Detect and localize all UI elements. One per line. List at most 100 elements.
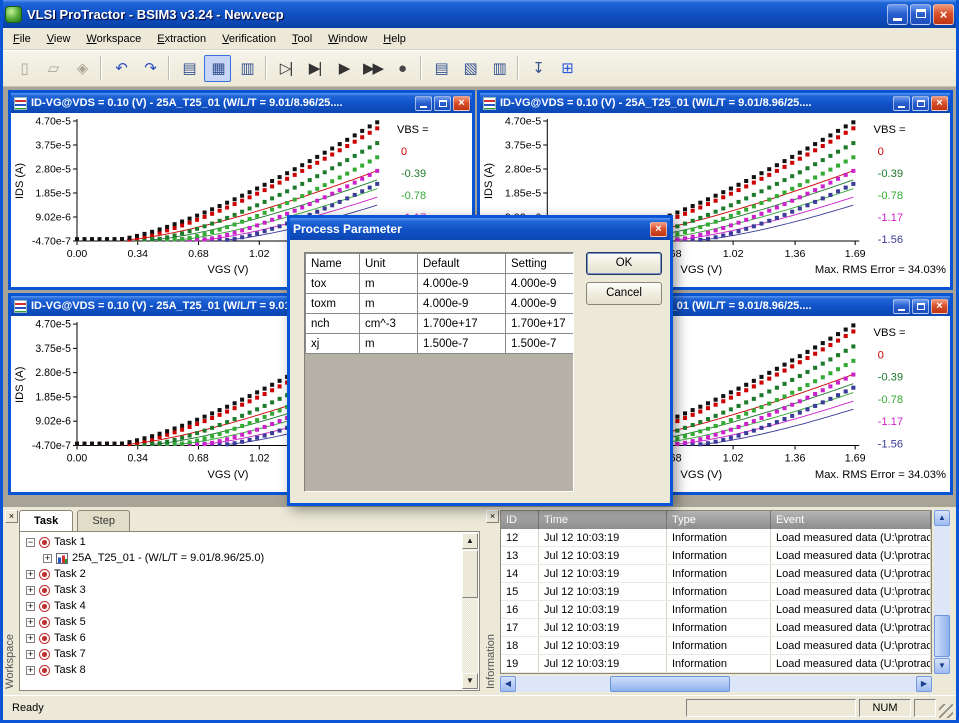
- tree-item-task-4[interactable]: +Task 4: [22, 598, 461, 614]
- redo-icon[interactable]: ↷: [136, 55, 163, 82]
- menu-help[interactable]: Help: [375, 30, 414, 48]
- svg-text:0: 0: [878, 350, 884, 362]
- report-view-icon[interactable]: ▤: [175, 55, 202, 82]
- log-column-id[interactable]: ID: [501, 511, 539, 529]
- log-row[interactable]: 12Jul 12 10:03:19InformationLoad measure…: [501, 529, 931, 547]
- tile-windows-icon[interactable]: ⊞: [553, 55, 580, 82]
- ok-button[interactable]: OK: [586, 252, 662, 275]
- maximize-button[interactable]: [434, 96, 451, 111]
- param-setting-cell[interactable]: 1.500e-7: [506, 334, 574, 354]
- menu-window[interactable]: Window: [320, 30, 375, 48]
- table-view-icon[interactable]: ▥: [233, 55, 260, 82]
- close-button[interactable]: ×: [933, 4, 954, 25]
- collapse-icon[interactable]: −: [26, 538, 35, 547]
- tab-step[interactable]: Step: [77, 510, 130, 531]
- title-bar[interactable]: VLSI ProTractor - BSIM3 v3.24 - New.vecp…: [0, 0, 959, 28]
- tree-scrollbar[interactable]: ▲ ▼: [462, 533, 478, 689]
- scrollbar-thumb[interactable]: [934, 615, 950, 657]
- param-row[interactable]: toxm4.000e-94.000e-9: [306, 274, 574, 294]
- expand-icon[interactable]: +: [43, 554, 52, 563]
- log-vscrollbar[interactable]: ▲ ▼: [934, 510, 950, 674]
- menu-verification[interactable]: Verification: [214, 30, 284, 48]
- minimize-button[interactable]: [887, 4, 908, 25]
- expand-icon[interactable]: +: [26, 618, 35, 627]
- dialog-title-bar[interactable]: Process Parameter ×: [290, 218, 670, 240]
- cancel-button[interactable]: Cancel: [586, 282, 662, 305]
- tree-item-task-7[interactable]: +Task 7: [22, 646, 461, 662]
- tree-item-task-5[interactable]: +Task 5: [22, 614, 461, 630]
- close-button[interactable]: ×: [931, 299, 948, 314]
- minimize-button[interactable]: [893, 96, 910, 111]
- expand-icon[interactable]: +: [26, 586, 35, 595]
- global-report-icon[interactable]: ▧: [456, 55, 483, 82]
- param-row[interactable]: nchcm^-31.700e+171.700e+17: [306, 314, 574, 334]
- svg-text:IDS (A): IDS (A): [14, 367, 26, 403]
- tree-item-task-8[interactable]: +Task 8: [22, 662, 461, 678]
- tree-item-task-2[interactable]: +Task 2: [22, 566, 461, 582]
- local-report-icon[interactable]: ▤: [427, 55, 454, 82]
- plot-view-icon[interactable]: ▦: [204, 55, 231, 82]
- scroll-down-icon[interactable]: ▼: [462, 673, 478, 689]
- stop-icon[interactable]: ●: [388, 55, 415, 82]
- scroll-up-icon[interactable]: ▲: [934, 510, 950, 526]
- scroll-left-icon[interactable]: ◀: [500, 676, 516, 692]
- log-row[interactable]: 13Jul 12 10:03:19InformationLoad measure…: [501, 547, 931, 565]
- close-button[interactable]: ×: [453, 96, 470, 111]
- log-column-type[interactable]: Type: [667, 511, 771, 529]
- log-row[interactable]: 15Jul 12 10:03:19InformationLoad measure…: [501, 583, 931, 601]
- log-row[interactable]: 16Jul 12 10:03:19InformationLoad measure…: [501, 601, 931, 619]
- log-row[interactable]: 18Jul 12 10:03:19InformationLoad measure…: [501, 637, 931, 655]
- dialog-close-button[interactable]: ×: [650, 222, 667, 237]
- maximize-button[interactable]: [912, 299, 929, 314]
- scrollbar-thumb[interactable]: [462, 550, 478, 598]
- undo-icon[interactable]: ↶: [107, 55, 134, 82]
- log-row[interactable]: 17Jul 12 10:03:19InformationLoad measure…: [501, 619, 931, 637]
- menu-extraction[interactable]: Extraction: [149, 30, 214, 48]
- minimize-button[interactable]: [893, 299, 910, 314]
- menu-view[interactable]: View: [39, 30, 79, 48]
- param-setting-cell[interactable]: 1.700e+17: [506, 314, 574, 334]
- scroll-down-icon[interactable]: ▼: [934, 658, 950, 674]
- log-hscrollbar[interactable]: ◀ ▶: [500, 676, 932, 692]
- svg-text:VGS (V): VGS (V): [208, 264, 249, 276]
- minimize-button[interactable]: [415, 96, 432, 111]
- tree-item-task-6[interactable]: +Task 6: [22, 630, 461, 646]
- log-row[interactable]: 19Jul 12 10:03:19InformationLoad measure…: [501, 655, 931, 673]
- step-icon[interactable]: ▶|: [301, 55, 328, 82]
- chart-window-title-bar[interactable]: ID-VG@VDS = 0.10 (V) - 25A_T25_01 (W/L/T…: [480, 93, 950, 113]
- tree-item-25a-t25-01-w-l-t-9-01-8-96-25-0[interactable]: +25A_T25_01 - (W/L/T = 9.01/8.96/25.0): [22, 550, 461, 566]
- maximize-button[interactable]: [912, 96, 929, 111]
- resize-grip[interactable]: [939, 704, 953, 718]
- export-model-icon[interactable]: ↧: [524, 55, 551, 82]
- close-button[interactable]: ×: [931, 96, 948, 111]
- information-close-button[interactable]: ×: [486, 510, 499, 523]
- expand-icon[interactable]: +: [26, 570, 35, 579]
- workspace-close-button[interactable]: ×: [5, 510, 18, 523]
- menu-tool[interactable]: Tool: [284, 30, 320, 48]
- run-all-icon[interactable]: ▶▶: [359, 55, 386, 82]
- expand-icon[interactable]: +: [26, 666, 35, 675]
- tree-item-task-3[interactable]: +Task 3: [22, 582, 461, 598]
- maximize-button[interactable]: [910, 4, 931, 25]
- run-icon[interactable]: ▶: [330, 55, 357, 82]
- log-row[interactable]: 14Jul 12 10:03:19InformationLoad measure…: [501, 565, 931, 583]
- tree-item-task-1[interactable]: −Task 1: [22, 534, 461, 550]
- param-row[interactable]: toxmm4.000e-94.000e-9: [306, 294, 574, 314]
- log-column-event[interactable]: Event: [771, 511, 931, 529]
- chart-window-title-bar[interactable]: ID-VG@VDS = 0.10 (V) - 25A_T25_01 (W/L/T…: [11, 93, 472, 113]
- menu-file[interactable]: File: [5, 30, 39, 48]
- scrollbar-thumb[interactable]: [610, 676, 730, 692]
- expand-icon[interactable]: +: [26, 602, 35, 611]
- menu-workspace[interactable]: Workspace: [78, 30, 149, 48]
- log-column-time[interactable]: Time: [539, 511, 667, 529]
- run-to-icon[interactable]: ▷|: [272, 55, 299, 82]
- scroll-up-icon[interactable]: ▲: [462, 533, 478, 549]
- scroll-right-icon[interactable]: ▶: [916, 676, 932, 692]
- model-report-icon[interactable]: ▥: [485, 55, 512, 82]
- param-row[interactable]: xjm1.500e-71.500e-7: [306, 334, 574, 354]
- expand-icon[interactable]: +: [26, 634, 35, 643]
- param-setting-cell[interactable]: 4.000e-9: [506, 294, 574, 314]
- expand-icon[interactable]: +: [26, 650, 35, 659]
- param-setting-cell[interactable]: 4.000e-9: [506, 274, 574, 294]
- tab-task[interactable]: Task: [19, 510, 73, 531]
